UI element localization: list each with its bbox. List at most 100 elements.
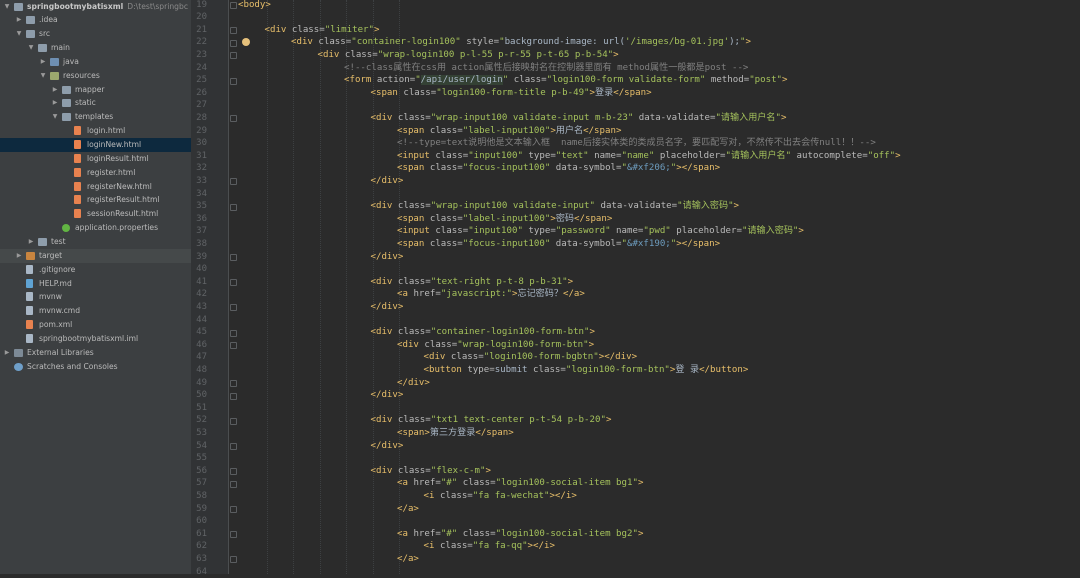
collapse-arrow-icon[interactable]: ▶ bbox=[51, 96, 59, 110]
fold-marker-icon[interactable] bbox=[229, 278, 237, 286]
code-line: </div> bbox=[371, 389, 404, 402]
fold-marker-icon[interactable] bbox=[229, 555, 237, 563]
fold-marker-icon[interactable] bbox=[229, 329, 237, 337]
tree-item[interactable]: application.properties bbox=[0, 221, 191, 235]
tree-item[interactable]: ▼ src bbox=[0, 27, 191, 41]
fold-marker-icon[interactable] bbox=[229, 253, 237, 261]
tree-item[interactable]: ▶.idea bbox=[0, 13, 191, 27]
fold-marker-icon[interactable] bbox=[229, 467, 237, 475]
fold-marker-icon[interactable] bbox=[229, 26, 237, 34]
tree-item[interactable]: Scratches and Consoles bbox=[0, 360, 191, 374]
tree-item[interactable]: ▶test bbox=[0, 235, 191, 249]
tree-item[interactable]: login.html bbox=[0, 124, 191, 138]
code-line: <span>第三方登录</span> bbox=[397, 427, 514, 440]
fold-marker-icon[interactable] bbox=[229, 77, 237, 85]
code-line: <div class="txt1 text-center p-t-54 p-b-… bbox=[371, 414, 612, 427]
tree-item-label: pom.xml bbox=[39, 318, 72, 332]
fold-marker-icon[interactable] bbox=[229, 114, 237, 122]
line-number: 64 bbox=[191, 566, 207, 578]
project-tree: ▼springbootmybatisxmlD:\test\springbc▶.i… bbox=[0, 0, 191, 574]
fold-marker-icon[interactable] bbox=[229, 392, 237, 400]
line-number: 25 bbox=[191, 74, 207, 87]
fold-marker-icon[interactable] bbox=[229, 303, 237, 311]
tree-item[interactable]: ▼templates bbox=[0, 110, 191, 124]
tree-item-label: sessionResult.html bbox=[87, 207, 158, 221]
line-number: 62 bbox=[191, 540, 207, 553]
fold-marker-icon[interactable] bbox=[229, 203, 237, 211]
line-number: 24 bbox=[191, 62, 207, 75]
fold-marker-icon[interactable] bbox=[229, 442, 237, 450]
expand-arrow-icon[interactable]: ▼ bbox=[39, 69, 47, 83]
html-icon bbox=[74, 195, 81, 204]
fold-marker-icon[interactable] bbox=[229, 530, 237, 538]
tree-item[interactable]: registerResult.html bbox=[0, 193, 191, 207]
code-line: </div> bbox=[371, 175, 404, 188]
tree-item-label: resources bbox=[63, 69, 100, 83]
tree-item[interactable]: mvnw bbox=[0, 290, 191, 304]
folder-icon bbox=[62, 99, 71, 107]
code-line: <div class="text-right p-t-8 p-b-31"> bbox=[371, 276, 574, 289]
fold-marker-icon[interactable] bbox=[229, 51, 237, 59]
line-number: 43 bbox=[191, 301, 207, 314]
folder-icon bbox=[62, 113, 71, 121]
fold-marker-icon[interactable] bbox=[229, 177, 237, 185]
collapse-arrow-icon[interactable]: ▶ bbox=[39, 55, 47, 69]
fold-marker-icon[interactable] bbox=[229, 480, 237, 488]
scratch-icon bbox=[14, 363, 23, 371]
expand-arrow-icon[interactable]: ▼ bbox=[51, 110, 59, 124]
folder-icon bbox=[26, 30, 35, 38]
fold-marker-icon[interactable] bbox=[229, 39, 237, 47]
tree-item[interactable]: pom.xml bbox=[0, 318, 191, 332]
collapse-arrow-icon[interactable]: ▶ bbox=[51, 83, 59, 97]
code-line: <body> bbox=[238, 0, 271, 11]
line-number: 48 bbox=[191, 364, 207, 377]
file-icon bbox=[26, 334, 33, 343]
tree-item[interactable]: .gitignore bbox=[0, 263, 191, 277]
fold-marker-icon[interactable] bbox=[229, 1, 237, 9]
tree-item[interactable]: mvnw.cmd bbox=[0, 304, 191, 318]
xml-icon bbox=[26, 320, 33, 329]
code-line: </div> bbox=[371, 251, 404, 264]
code-line: <!--type=text说明他是文本输入框 name后接实体类的类成员名字，要… bbox=[397, 137, 876, 150]
tree-item-label: src bbox=[39, 27, 50, 41]
tree-item[interactable]: loginResult.html bbox=[0, 152, 191, 166]
collapse-arrow-icon[interactable]: ▶ bbox=[27, 235, 35, 249]
tree-item[interactable]: loginNew.html bbox=[0, 138, 191, 152]
fold-marker-icon[interactable] bbox=[229, 505, 237, 513]
fold-marker-icon[interactable] bbox=[229, 417, 237, 425]
expand-arrow-icon[interactable]: ▼ bbox=[3, 0, 11, 14]
tree-item[interactable]: ▶mapper bbox=[0, 83, 191, 97]
tree-item-label: mvnw.cmd bbox=[39, 304, 80, 318]
file-icon bbox=[26, 306, 33, 315]
file-icon bbox=[26, 265, 33, 274]
html-icon bbox=[74, 209, 81, 218]
tree-item[interactable]: ▼ resources bbox=[0, 69, 191, 83]
collapse-arrow-icon[interactable]: ▶ bbox=[3, 346, 11, 360]
line-number: 40 bbox=[191, 263, 207, 276]
tree-item[interactable]: ▼main bbox=[0, 41, 191, 55]
tree-item[interactable]: registerNew.html bbox=[0, 180, 191, 194]
tree-item[interactable]: ▶static bbox=[0, 96, 191, 110]
tree-item-label: loginResult.html bbox=[87, 152, 149, 166]
code-editor[interactable]: <body><div class="limiter"><div class="c… bbox=[238, 0, 1080, 574]
gutter-separator bbox=[228, 0, 229, 574]
tree-item[interactable]: springbootmybatisxml.iml bbox=[0, 332, 191, 346]
fold-marker-icon[interactable] bbox=[229, 341, 237, 349]
tree-item[interactable]: ▼springbootmybatisxmlD:\test\springbc bbox=[0, 0, 191, 14]
line-number: 63 bbox=[191, 553, 207, 566]
tree-item[interactable]: ▶java bbox=[0, 55, 191, 69]
collapse-arrow-icon[interactable]: ▶ bbox=[15, 13, 23, 27]
tree-item[interactable]: sessionResult.html bbox=[0, 207, 191, 221]
tree-item[interactable]: ▶External Libraries bbox=[0, 346, 191, 360]
collapse-arrow-icon[interactable]: ▶ bbox=[15, 249, 23, 263]
expand-arrow-icon[interactable]: ▼ bbox=[27, 41, 35, 55]
file-icon bbox=[26, 292, 33, 301]
tree-item[interactable]: register.html bbox=[0, 166, 191, 180]
expand-arrow-icon[interactable]: ▼ bbox=[15, 27, 23, 41]
folder-icon bbox=[62, 86, 71, 94]
fold-marker-icon[interactable] bbox=[229, 379, 237, 387]
tree-item[interactable]: ▶target bbox=[0, 249, 191, 263]
tree-item-label: .gitignore bbox=[39, 263, 75, 277]
tree-item[interactable]: HELP.md bbox=[0, 277, 191, 291]
md-icon bbox=[26, 279, 33, 288]
